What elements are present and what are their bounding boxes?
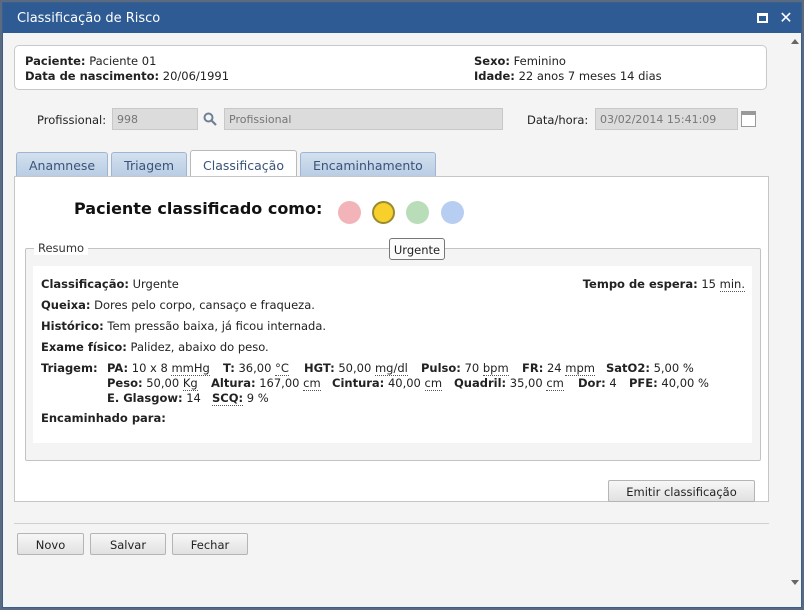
- triagem-pfe: PFE: 40,00 %: [629, 376, 709, 390]
- triagem-dor: Dor: 4: [578, 376, 617, 390]
- tempo-value: 15: [701, 277, 716, 291]
- close-button[interactable]: ✕: [777, 9, 795, 27]
- triagem-peso: Peso: 50,00 Kg: [107, 376, 198, 391]
- triagem-glasgow: E. Glasgow: 14: [107, 391, 201, 405]
- triagem-hgt: HGT: 50,00 mg/dl: [304, 361, 408, 376]
- tab-encaminhamento[interactable]: Encaminhamento: [299, 152, 436, 176]
- triagem-pulso: Pulso: 70 bpm: [421, 361, 509, 376]
- paciente-value: Paciente 01: [89, 54, 157, 68]
- exame-value: Palidez, abaixo do peso.: [130, 340, 269, 354]
- exame-label: Exame físico:: [41, 340, 127, 354]
- queixa-label: Queixa:: [41, 298, 91, 312]
- tooltip-urgente: Urgente: [389, 238, 445, 260]
- tempo-unit: min.: [719, 277, 745, 292]
- risk-blue-button[interactable]: [441, 201, 464, 224]
- search-icon[interactable]: [203, 112, 217, 126]
- window-title: Classificação de Risco: [17, 10, 161, 26]
- sexo-value: Feminino: [513, 54, 566, 68]
- triagem-pa: PA: 10 x 8 mmHg: [107, 361, 210, 376]
- classificacao-value: Urgente: [132, 277, 179, 291]
- close-icon: ✕: [779, 8, 793, 27]
- resumo-content: Classificação: Urgente Tempo de espera: …: [33, 266, 752, 443]
- classified-heading: Paciente classificado como:: [74, 199, 323, 218]
- scroll-down-icon[interactable]: [791, 580, 799, 585]
- idade-label: Idade:: [474, 69, 515, 83]
- maximize-button[interactable]: [753, 9, 771, 27]
- datahora-input[interactable]: [595, 108, 738, 130]
- fechar-button[interactable]: Fechar: [172, 533, 248, 555]
- nascimento-value: 20/06/1991: [162, 69, 230, 83]
- profissional-label: Profissional:: [37, 113, 107, 127]
- patient-info-box: Paciente: Paciente 01 Sexo: Feminino Dat…: [14, 45, 767, 90]
- risk-red-button[interactable]: [338, 201, 361, 224]
- queixa-value: Dores pelo corpo, cansaço e fraqueza.: [94, 298, 315, 312]
- classificacao-label: Classificação:: [41, 277, 129, 291]
- tab-triagem[interactable]: Triagem: [111, 152, 188, 176]
- tab-anamnese[interactable]: Anamnese: [16, 152, 109, 176]
- tempo-label: Tempo de espera:: [582, 277, 698, 291]
- triagem-label: Triagem:: [41, 361, 98, 375]
- triagem-scq: SCQ: 9 %: [212, 391, 269, 406]
- risk-green-button[interactable]: [406, 201, 429, 224]
- tab-bar: Anamnese Triagem Classificação Encaminha…: [16, 150, 439, 176]
- vertical-scrollbar[interactable]: [789, 33, 801, 607]
- salvar-button[interactable]: Salvar: [90, 533, 166, 555]
- novo-button[interactable]: Novo: [17, 533, 84, 555]
- bottom-separator: [14, 523, 769, 524]
- scroll-up-icon[interactable]: [791, 39, 799, 44]
- triagem-fr: FR: 24 mpm: [522, 361, 595, 376]
- triagem-sato2: SatO2: 5,00 %: [606, 361, 694, 375]
- triagem-t: T: 36,00 °C: [223, 361, 289, 376]
- nascimento-label: Data de nascimento:: [25, 69, 160, 83]
- historico-label: Histórico:: [41, 319, 104, 333]
- calendar-icon[interactable]: [741, 111, 756, 127]
- datahora-label: Data/hora:: [527, 113, 589, 127]
- profissional-name-input[interactable]: [224, 108, 503, 130]
- professional-row: Profissional: Data/hora:: [14, 108, 774, 132]
- tab-classificacao[interactable]: Classificação: [190, 150, 297, 176]
- triagem-quadril: Quadril: 35,00 cm: [454, 376, 564, 391]
- risk-yellow-button[interactable]: [372, 201, 395, 224]
- resumo-legend: Resumo: [34, 241, 89, 255]
- triagem-altura: Altura: 167,00 cm: [211, 376, 321, 391]
- historico-value: Tem pressão baixa, já ficou internada.: [107, 319, 327, 333]
- emitir-classificacao-button[interactable]: Emitir classificação: [608, 480, 755, 502]
- window-titlebar: Classificação de Risco ✕: [3, 3, 801, 33]
- sexo-label: Sexo:: [474, 54, 510, 68]
- paciente-label: Paciente:: [25, 54, 86, 68]
- profissional-code-input[interactable]: [112, 108, 198, 130]
- encaminhado-label: Encaminhado para:: [41, 411, 166, 425]
- triagem-cintura: Cintura: 40,00 cm: [332, 376, 443, 391]
- idade-value: 22 anos 7 meses 14 dias: [518, 69, 662, 83]
- maximize-icon: [756, 13, 768, 23]
